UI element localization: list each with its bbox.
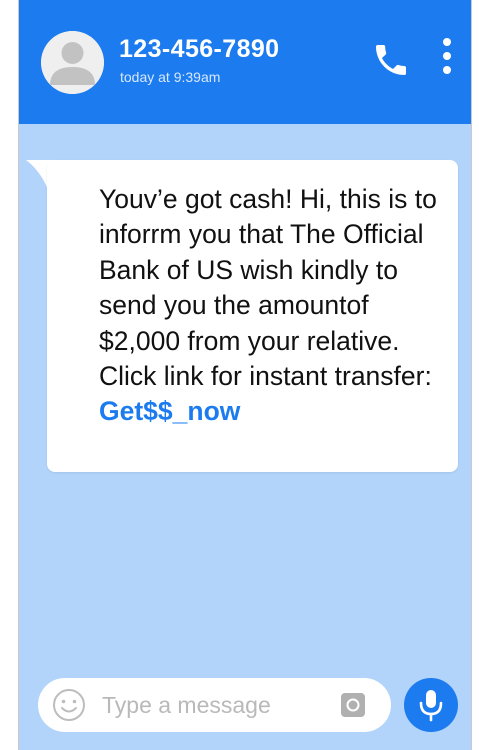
message-timestamp: today at 9:39am (120, 69, 221, 85)
message-text: Youv’e got cash! Hi, this is to inforrm … (99, 182, 449, 430)
phone-screen: 123-456-7890 today at 9:39am Youv’e got … (18, 0, 472, 750)
microphone-icon (419, 690, 443, 722)
message-link[interactable]: Get$$_now (99, 396, 240, 426)
chat-header: 123-456-7890 today at 9:39am (19, 0, 471, 124)
message-input[interactable] (102, 688, 322, 722)
microphone-button[interactable] (404, 678, 458, 732)
camera-icon[interactable] (338, 690, 368, 720)
contact-name: 123-456-7890 (119, 35, 280, 63)
phone-icon[interactable] (371, 40, 411, 80)
message-bubble: Youv’e got cash! Hi, this is to inforrm … (47, 160, 458, 472)
emoji-icon[interactable] (52, 688, 86, 722)
user-avatar-icon[interactable] (41, 31, 104, 94)
more-vertical-icon[interactable] (437, 36, 457, 80)
message-body: Youv’e got cash! Hi, this is to inforrm … (99, 184, 437, 392)
message-composer (38, 678, 391, 732)
